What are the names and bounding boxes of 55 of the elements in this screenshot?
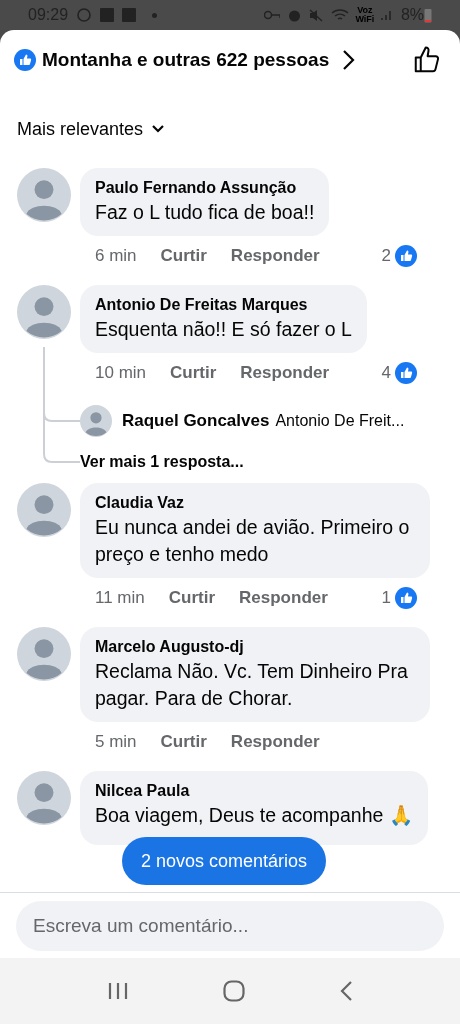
reply-author[interactable]: Raquel Goncalves (122, 408, 270, 434)
comment-time: 5 min (95, 731, 137, 754)
like-icon (395, 245, 417, 267)
mute-icon (308, 8, 323, 22)
wifi-icon (330, 8, 349, 22)
back-icon[interactable] (339, 980, 353, 1002)
comment-author[interactable]: Marcelo Augusto-dj (95, 636, 415, 658)
reply-link[interactable]: Responder (239, 585, 328, 611)
wifi-calling-label: Voz WiFi (354, 6, 376, 24)
comment-author[interactable]: Nilcea Paula (95, 780, 413, 802)
reply-preview: Antonio De Freit... (275, 411, 405, 431)
comment-text: Eu nunca andei de avião. Primeiro o preço e tenho medo (95, 515, 411, 567)
comment-text: Esquenta não!! E só fazer o L (95, 317, 352, 342)
comment-author[interactable]: Paulo Fernando Assunção (95, 177, 315, 199)
avatar[interactable] (80, 405, 112, 437)
comment-author[interactable]: Claudia Vaz (95, 492, 415, 514)
comment-input[interactable]: Escreva um comentário... (16, 900, 444, 951)
chevron-right-icon[interactable] (341, 49, 356, 71)
like-icon (14, 49, 36, 71)
like-count: 4 (381, 362, 391, 385)
chevron-down-icon[interactable] (151, 124, 166, 134)
thumbs-up-icon[interactable] (412, 45, 442, 75)
new-comments-button[interactable]: 2 novos comentários (122, 837, 327, 885)
signal-icon (380, 9, 393, 21)
like-link[interactable]: Curtir (160, 243, 207, 269)
like-link[interactable]: Curtir (160, 729, 207, 755)
comment-time: 11 min (95, 587, 145, 610)
like-link[interactable]: Curtir (170, 360, 217, 386)
like-count: 1 (381, 587, 391, 610)
avatar[interactable] (17, 168, 71, 222)
like-link[interactable]: Curtir (168, 585, 216, 611)
like-count: 2 (381, 245, 391, 268)
comment-author[interactable]: Antonio De Freitas Marques (95, 294, 352, 316)
comment-text: Reclama Não. Vc. Tem Dinheiro Pra pagar. Para de Chorar. (95, 659, 409, 711)
avatar[interactable] (17, 771, 71, 825)
reply-link[interactable]: Responder (230, 243, 320, 269)
more-replies-link[interactable]: Ver mais 1 resposta... (80, 450, 443, 474)
like-icon (395, 587, 417, 609)
avatar[interactable] (17, 483, 71, 537)
battery-icon (424, 7, 432, 23)
comment-time: 6 min (95, 245, 137, 268)
comment-time: 10 min (95, 362, 147, 385)
reactions-summary[interactable]: Montanha e outras 622 pessoas (42, 45, 330, 75)
comment-text: Faz o L tudo fica de boa!! (95, 200, 315, 225)
like-icon (395, 362, 417, 384)
reply-link[interactable]: Responder (240, 360, 330, 386)
sort-dropdown[interactable]: Mais relevantes (17, 115, 144, 143)
key-icon (263, 10, 280, 20)
comment-text: Boa viagem, Deus te acompanhe 🙏 (95, 803, 413, 828)
home-icon[interactable] (223, 980, 245, 1002)
avatar[interactable] (17, 627, 71, 681)
dot-icon (152, 12, 158, 18)
recent-apps-icon[interactable] (107, 981, 129, 1001)
reply-link[interactable]: Responder (230, 729, 320, 755)
avatar[interactable] (17, 285, 71, 339)
